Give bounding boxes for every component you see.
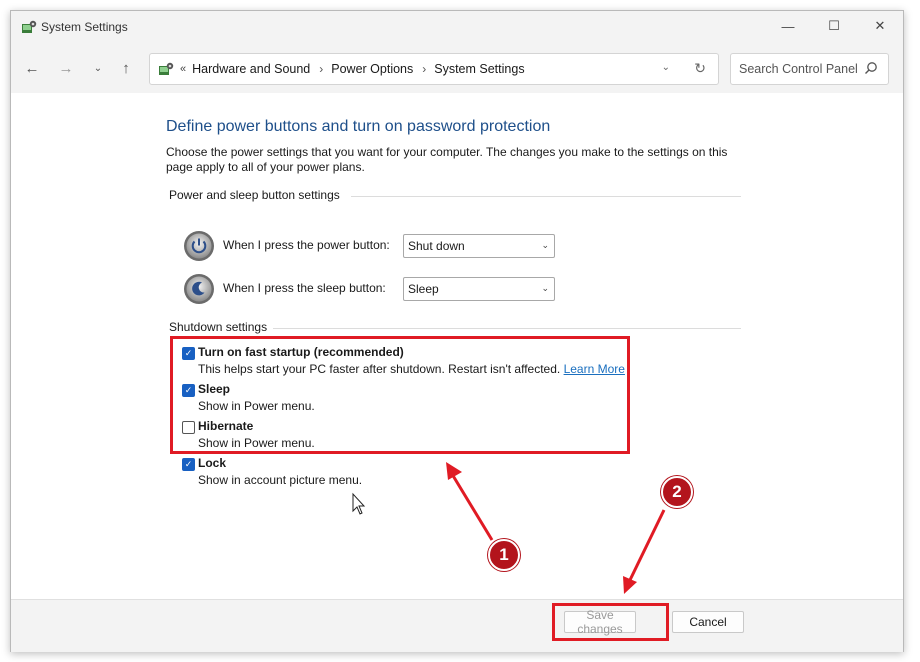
power-button-label: When I press the power button: [223,238,390,252]
forward-arrow-icon[interactable]: → [54,56,78,80]
control-panel-icon [22,20,37,33]
section-divider [351,196,741,197]
chevron-down-icon: ⌄ [541,283,549,293]
power-section-title: Power and sleep button settings [169,188,340,202]
sleep-button-row: When I press the sleep button: Sleep ⌄ [183,273,583,305]
close-button[interactable]: ✕ [857,11,903,41]
search-box[interactable] [730,53,889,85]
sleep-button-action-select[interactable]: Sleep ⌄ [403,277,555,301]
power-button-icon [184,231,214,261]
breadcrumb-power-options[interactable]: Power Options [331,62,413,76]
maximize-button[interactable]: ☐ [811,11,857,41]
breadcrumb-separator-icon[interactable]: › [422,62,426,76]
up-arrow-icon[interactable]: ↑ [114,56,138,80]
shutdown-options-highlight [170,336,630,454]
navigation-bar: ← → ⌄ ↑ « Hardware and Sound › Power Opt… [11,43,903,93]
sleep-button-icon [184,274,214,304]
search-input[interactable] [737,60,859,78]
breadcrumb-system-settings[interactable]: System Settings [434,62,524,76]
address-bar[interactable]: « Hardware and Sound › Power Options › S… [149,53,719,85]
cancel-button[interactable]: Cancel [672,611,744,633]
lock-checkbox[interactable]: ✓ [182,458,195,471]
title-bar: System Settings — ☐ ✕ [11,11,903,43]
window-title: System Settings [41,20,128,34]
refresh-icon[interactable]: ↻ [694,60,706,77]
power-button-action-select[interactable]: Shut down ⌄ [403,234,555,258]
sleep-button-action-value: Sleep [408,282,439,296]
breadcrumb-overflow-icon[interactable]: « [180,63,186,75]
control-panel-icon [159,62,174,75]
page-title: Define power buttons and turn on passwor… [166,118,551,135]
sleep-button-label: When I press the sleep button: [223,281,386,295]
lock-label[interactable]: Lock [198,456,226,470]
minimize-button[interactable]: — [765,11,811,41]
save-button-highlight [552,603,669,641]
step-marker-2: 2 [661,476,693,508]
main-content: Define power buttons and turn on passwor… [11,93,903,599]
power-button-action-value: Shut down [408,239,465,253]
step-marker-1: 1 [488,539,520,571]
system-settings-window: System Settings — ☐ ✕ ← → ⌄ ↑ « Hardware… [10,10,904,652]
section-divider [273,328,741,329]
page-description: Choose the power settings that you want … [166,145,728,174]
footer-bar: Save changes Cancel [11,599,903,652]
breadcrumb-separator-icon[interactable]: › [319,62,323,76]
power-button-row: When I press the power button: Shut down… [183,230,583,262]
breadcrumb-hardware-and-sound[interactable]: Hardware and Sound [192,62,310,76]
address-dropdown-icon[interactable]: ⌄ [662,62,670,73]
shutdown-section-title: Shutdown settings [169,320,268,334]
search-icon[interactable] [864,61,878,75]
back-arrow-icon[interactable]: ← [20,56,44,80]
recent-locations-chevron-icon[interactable]: ⌄ [86,56,110,80]
chevron-down-icon: ⌄ [541,240,549,250]
lock-description: Show in account picture menu. [198,473,363,487]
